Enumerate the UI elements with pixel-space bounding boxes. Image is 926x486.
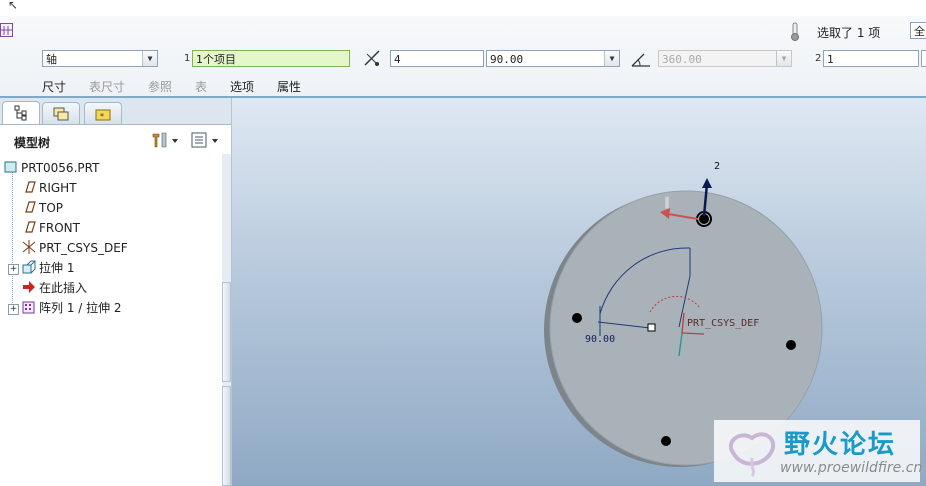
tree-item-top[interactable]: TOP — [22, 199, 63, 217]
direction2-count-input[interactable]: 1 — [823, 50, 919, 67]
extrude-icon — [22, 260, 36, 274]
ghost-axis-label: ∥ — [664, 195, 670, 209]
watermark-url: www.proewildfire.cn — [780, 460, 923, 476]
csys-label[interactable]: PRT_CSYS_DEF — [687, 318, 759, 329]
datum-plane-icon — [25, 221, 36, 233]
tree-columns-icon[interactable] — [190, 131, 222, 149]
pattern-type-select[interactable]: 轴 ▼ — [42, 50, 158, 67]
tab-table-dimensions[interactable]: 表尺寸 — [89, 78, 125, 95]
tree-item-label: 在此插入 — [39, 281, 88, 295]
dimension-drag-handle[interactable] — [647, 323, 656, 332]
tree-item-insert-here[interactable]: 在此插入 — [22, 279, 87, 297]
expand-icon[interactable]: + — [8, 264, 19, 275]
filter-value: 全 — [914, 25, 925, 38]
layers-icon — [53, 107, 69, 120]
tab-layers[interactable] — [42, 102, 80, 125]
model-tree-header: 模型树 — [0, 124, 231, 155]
tree-connector — [12, 172, 13, 309]
model-tree-icon — [14, 105, 27, 120]
model-tree: PRT0056.PRT RIGHT TOP FRONT PRT_CSYS_DEF… — [0, 154, 223, 486]
expand-icon[interactable]: + — [8, 304, 19, 315]
forum-watermark: 野火论坛 www.proewildfire.cn — [714, 420, 923, 482]
splitter-handle[interactable] — [222, 282, 231, 382]
tree-item-label: RIGHT — [39, 181, 77, 195]
tree-item-csys[interactable]: PRT_CSYS_DEF — [22, 239, 128, 257]
datum-plane-icon — [25, 201, 36, 213]
hole-bottom[interactable] — [661, 436, 671, 446]
tab-dimensions[interactable]: 尺寸 — [42, 78, 66, 95]
tree-item-extrude1[interactable]: 拉伸 1 — [22, 259, 74, 277]
angle-increment-icon[interactable] — [362, 48, 382, 68]
selection-status: 选取了 1 项 — [817, 26, 881, 40]
angle-increment-input[interactable]: 90.00 ▼ — [486, 50, 620, 67]
tree-item-label: 拉伸 1 — [39, 261, 75, 275]
part-icon — [4, 161, 17, 173]
axis-label: 2 — [714, 161, 720, 172]
panel-splitter[interactable] — [222, 154, 231, 486]
calendar-grid-icon[interactable] — [0, 22, 14, 38]
svg-text:*: * — [100, 112, 104, 121]
pattern-type-value: 轴 — [46, 53, 57, 66]
tree-item-label: PRT_CSYS_DEF — [39, 241, 128, 255]
splitter-handle[interactable] — [222, 386, 231, 486]
tab-folder-browser[interactable]: * — [84, 102, 122, 125]
angle-extent-value: 360.00 — [662, 53, 702, 66]
hole-right[interactable] — [786, 340, 796, 350]
tree-item-label: FRONT — [39, 221, 80, 235]
chevron-down-icon: ▼ — [776, 51, 791, 66]
datum-plane-icon — [25, 181, 36, 193]
tree-item-part[interactable]: PRT0056.PRT — [4, 159, 99, 177]
reference-collector-field[interactable]: 1个项目 — [192, 50, 350, 67]
insert-here-arrow-icon — [23, 281, 35, 293]
tree-item-front[interactable]: FRONT — [22, 219, 80, 237]
angle-increment-value: 90.00 — [490, 53, 524, 66]
direction2-count-value: 1 — [827, 53, 834, 66]
direction2-number: 2 — [815, 53, 822, 64]
tab-options[interactable]: 选项 — [230, 78, 254, 95]
folder-icon: * — [95, 109, 111, 121]
filter-select[interactable]: 全 — [910, 22, 926, 39]
navigator-panel: * 模型树 PRT0056.PRT RIGHT TOP FRONT PRT_CS… — [0, 98, 232, 486]
title-bar: ↖ — [0, 0, 926, 17]
model-tree-title: 模型树 — [14, 136, 51, 150]
member-count-value: 4 — [394, 53, 401, 66]
hole-left[interactable] — [572, 313, 582, 323]
tree-item-pattern1[interactable]: 阵列 1 / 拉伸 2 — [22, 299, 122, 317]
csys-icon — [22, 240, 36, 254]
reference-collector-value: 1个项目 — [196, 53, 236, 66]
chevron-down-icon[interactable]: ▼ — [142, 51, 157, 66]
tree-item-label: PRT0056.PRT — [21, 161, 100, 175]
axis-arrowhead — [702, 178, 712, 188]
tab-table[interactable]: 表 — [195, 78, 207, 95]
direction2-extra-input[interactable] — [921, 50, 926, 67]
tab-references[interactable]: 参照 — [148, 78, 172, 95]
tree-item-right[interactable]: RIGHT — [22, 179, 77, 197]
tab-model-tree[interactable] — [2, 101, 40, 126]
pattern-dashboard: 轴 ▼ 1 1个项目 4 90.00 ▼ 360.00 ▼ 2 1 选取了 1 … — [0, 16, 926, 98]
watermark-title: 野火论坛 — [784, 430, 897, 460]
thermometer-icon — [791, 22, 799, 41]
pattern-icon — [22, 301, 35, 314]
tree-item-label: 阵列 1 / 拉伸 2 — [39, 301, 122, 315]
cursor-icon: ↖ — [8, 0, 19, 12]
tree-settings-icon[interactable] — [150, 131, 180, 149]
chevron-down-icon[interactable]: ▼ — [604, 51, 619, 66]
tree-item-label: TOP — [39, 201, 64, 215]
angle-extent-icon[interactable] — [630, 50, 652, 68]
flame-logo-icon — [728, 432, 776, 478]
angle-dimension-label[interactable]: 90.00 — [585, 334, 615, 345]
angle-extent-input: 360.00 ▼ — [658, 50, 792, 67]
direction1-number: 1 — [184, 53, 191, 64]
tab-properties[interactable]: 属性 — [277, 78, 301, 95]
member-count-input[interactable]: 4 — [390, 50, 484, 67]
